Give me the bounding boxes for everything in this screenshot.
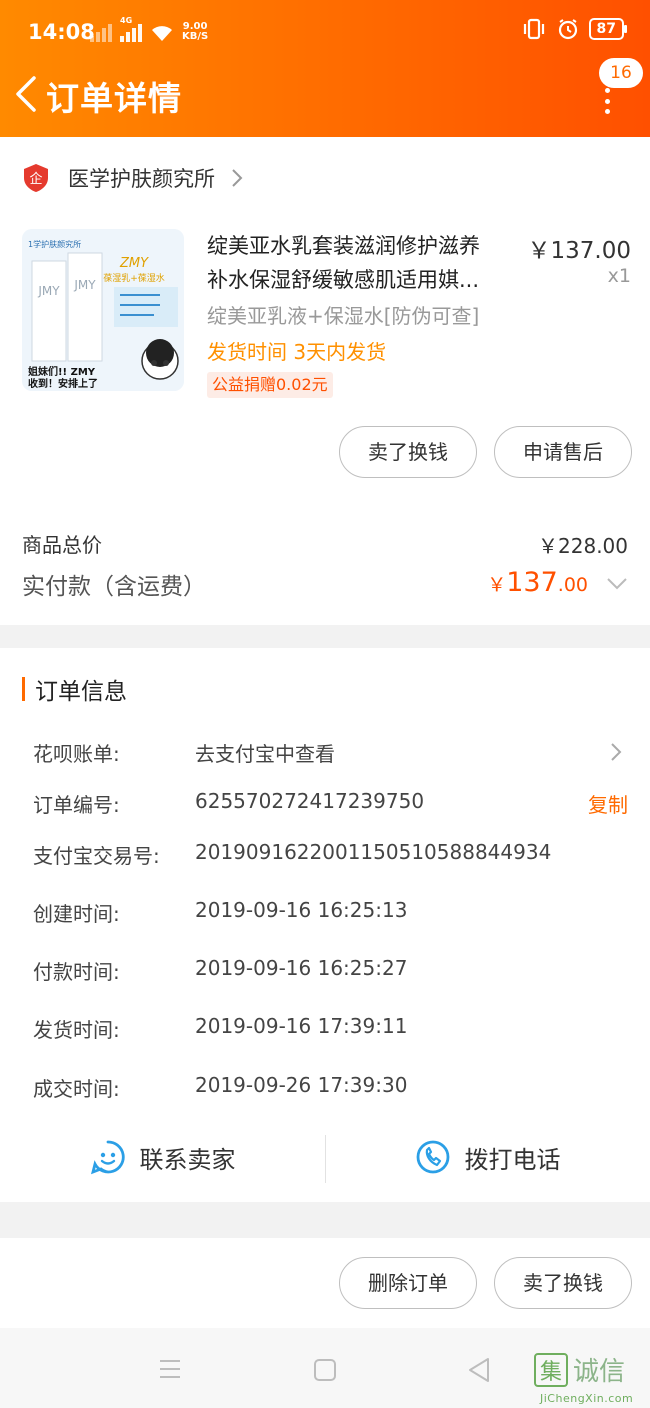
shipped-time-row: 发货时间: 2019-09-16 17:39:11 bbox=[33, 1014, 408, 1042]
sell-item-button[interactable]: 卖了换钱 bbox=[339, 426, 477, 478]
call-phone-button[interactable]: 拨打电话 bbox=[325, 1129, 650, 1185]
enterprise-shop-icon: 企 bbox=[24, 164, 48, 192]
section-accent-bar bbox=[22, 677, 25, 701]
paid-amount-value: ￥137.00 bbox=[487, 567, 588, 598]
product-quantity: x1 bbox=[607, 265, 631, 287]
after-sale-button[interactable]: 申请售后 bbox=[494, 426, 632, 478]
alipay-trade-row: 支付宝交易号: 2019091622001150510588844934 bbox=[33, 840, 552, 868]
watermark-url: JiChengXin.com bbox=[540, 1392, 634, 1405]
vibrate-icon bbox=[523, 18, 544, 40]
page-title: 订单详情 bbox=[46, 79, 182, 118]
network-speed: 9.00 KB/S bbox=[182, 21, 209, 42]
order-item-card: 企 医学护肤颜究所 1学护肤颜究所 JMY JMY ZMY 葆湿乳+葆湿水 姐妹… bbox=[0, 137, 650, 625]
svg-text:收到！安排上了: 收到！安排上了 bbox=[28, 377, 98, 390]
created-time-row: 创建时间: 2019-09-16 16:25:13 bbox=[33, 898, 408, 926]
contact-seller-button[interactable]: 联系卖家 bbox=[0, 1129, 325, 1185]
phone-icon bbox=[416, 1140, 449, 1174]
app-header: 14:08 4G 9.00 KB/S 87 订单详情 16 bbox=[0, 0, 650, 137]
battery-indicator: 87 bbox=[588, 18, 628, 40]
signal-icon-4g: 4G bbox=[120, 16, 142, 42]
svg-text:ZMY: ZMY bbox=[119, 256, 149, 271]
svg-text:诚信: 诚信 bbox=[573, 1357, 625, 1387]
goods-total-label: 商品总价 bbox=[22, 533, 102, 557]
status-time: 14:08 bbox=[28, 20, 95, 44]
home-icon[interactable] bbox=[313, 1358, 337, 1382]
product-image[interactable]: 1学护肤颜究所 JMY JMY ZMY 葆湿乳+葆湿水 姐妹们!! ZMY 收到… bbox=[22, 229, 184, 391]
svg-text:JMY: JMY bbox=[37, 284, 60, 298]
product-title[interactable]: 绽美亚水乳套装滋润修护滋养 补水保湿舒缓敏感肌适用娸... bbox=[207, 229, 517, 297]
bottom-action-bar: 删除订单 卖了换钱 bbox=[0, 1238, 650, 1328]
message-count-badge[interactable]: 16 bbox=[599, 58, 643, 88]
chat-bubble-icon bbox=[90, 1140, 125, 1175]
svg-text:姐妹们!! ZMY: 姐妹们!! ZMY bbox=[28, 365, 96, 378]
order-number-row: 订单编号: 625570272417239750 复制 bbox=[33, 789, 628, 818]
back-arrow-icon[interactable] bbox=[10, 74, 46, 114]
goods-total-value: ￥228.00 bbox=[538, 534, 628, 558]
shop-link[interactable]: 企 医学护肤颜究所 bbox=[22, 161, 243, 195]
delete-order-button[interactable]: 删除订单 bbox=[339, 1257, 477, 1309]
status-bar: 14:08 4G 9.00 KB/S 87 bbox=[0, 0, 650, 64]
chevron-right-icon bbox=[611, 743, 622, 761]
huabei-bill-row[interactable]: 花呗账单: 去支付宝中查看 bbox=[33, 738, 628, 768]
more-menu-icon[interactable] bbox=[601, 88, 613, 114]
back-triangle-icon[interactable] bbox=[467, 1357, 491, 1383]
alarm-icon bbox=[558, 19, 577, 40]
completed-time-row: 成交时间: 2019-09-26 17:39:30 bbox=[33, 1073, 408, 1101]
chevron-right-icon bbox=[232, 169, 243, 187]
paid-time-row: 付款时间: 2019-09-16 16:25:27 bbox=[33, 956, 408, 984]
paid-amount-label: 实付款（含运费） bbox=[22, 574, 206, 600]
svg-text:集: 集 bbox=[540, 1360, 562, 1385]
signal-icon-sim1 bbox=[90, 24, 112, 42]
shipping-time: 发货时间 3天内发货 bbox=[207, 340, 387, 364]
copy-button[interactable]: 复制 bbox=[588, 789, 628, 818]
chevron-down-icon[interactable] bbox=[606, 577, 628, 591]
charity-tag: 公益捐赠0.02元 bbox=[207, 372, 333, 398]
menu-icon[interactable] bbox=[158, 1358, 182, 1380]
order-info-card: 订单信息 花呗账单: 去支付宝中查看 订单编号: 625570272417239… bbox=[0, 648, 650, 1202]
product-sku: 绽美亚乳液+保湿水[防伪可查] bbox=[207, 304, 480, 328]
svg-text:1学护肤颜究所: 1学护肤颜究所 bbox=[28, 239, 81, 249]
svg-text:企: 企 bbox=[29, 171, 42, 187]
wifi-icon bbox=[152, 26, 172, 41]
shop-name: 医学护肤颜究所 bbox=[68, 167, 215, 191]
product-price: ￥137.00 bbox=[527, 238, 631, 264]
order-info-title: 订单信息 bbox=[35, 679, 127, 705]
sell-button[interactable]: 卖了换钱 bbox=[494, 1257, 632, 1309]
svg-text:葆湿乳+葆湿水: 葆湿乳+葆湿水 bbox=[103, 272, 165, 284]
svg-text:JMY: JMY bbox=[73, 278, 96, 292]
